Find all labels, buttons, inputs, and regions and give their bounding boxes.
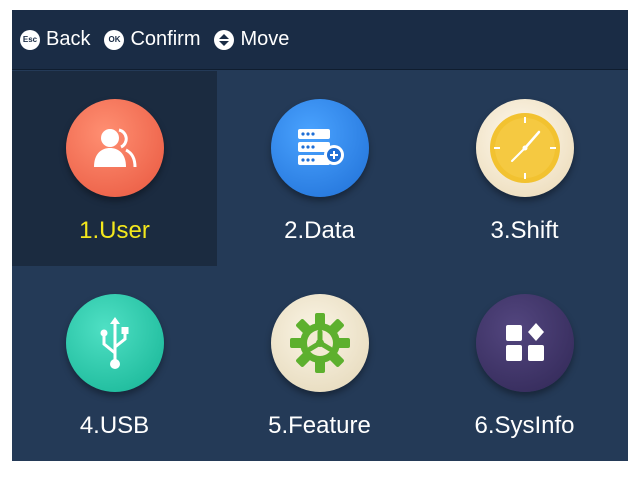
move-hint[interactable]: Move — [214, 28, 289, 51]
menu-item-shift[interactable]: 3.Shift — [422, 71, 627, 266]
menu-item-data[interactable]: 2.Data — [217, 71, 422, 266]
menu-item-label: 4.USB — [79, 412, 150, 439]
up-down-arrows-icon — [214, 29, 235, 50]
back-label: Back — [46, 28, 91, 50]
device-screen: Esc Back OK Confirm Move 1.User 2.Data 3… — [12, 10, 628, 461]
data-server-icon — [270, 99, 369, 197]
gear-icon — [270, 294, 369, 392]
system-info-icon — [475, 294, 574, 392]
user-icon — [65, 99, 164, 197]
menu-item-label: 6.SysInfo — [474, 412, 575, 439]
menu-item-label: 2.Data — [284, 217, 355, 244]
menu-item-user[interactable]: 1.User — [12, 71, 217, 266]
menu-item-sysinfo[interactable]: 6.SysInfo — [422, 266, 627, 461]
menu-item-label: 5.Feature — [268, 412, 371, 439]
menu-item-label: 1.User — [79, 217, 150, 244]
menu-item-usb[interactable]: 4.USB — [12, 266, 217, 461]
move-label: Move — [240, 28, 290, 50]
confirm-hint[interactable]: OK Confirm — [104, 28, 200, 51]
menu-item-feature[interactable]: 5.Feature — [217, 266, 422, 461]
back-hint[interactable]: Esc Back — [20, 28, 90, 51]
key-hint-bar: Esc Back OK Confirm Move — [12, 10, 628, 70]
confirm-label: Confirm — [130, 28, 201, 50]
main-menu-grid: 1.User 2.Data 3.Shift 4.USB 5.Feature 6.… — [12, 71, 628, 461]
usb-icon — [65, 294, 164, 392]
ok-key-icon: OK — [104, 29, 125, 50]
menu-item-label: 3.Shift — [490, 217, 559, 244]
esc-key-icon: Esc — [20, 29, 40, 50]
clock-icon — [475, 99, 574, 197]
